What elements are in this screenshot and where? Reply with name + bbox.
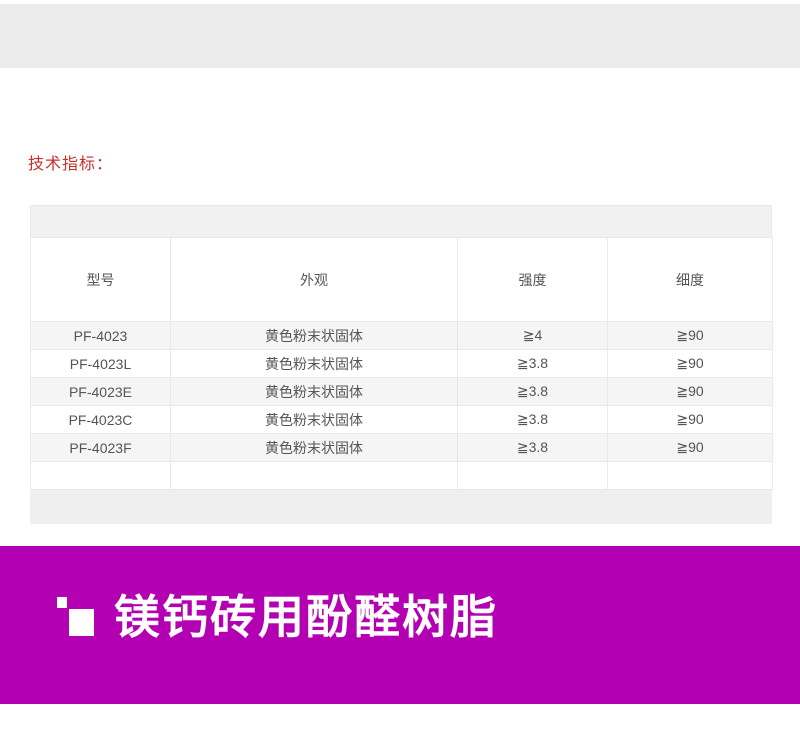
cell-fineness: ≧90	[608, 378, 773, 406]
table-header-row: 型号 外观 强度 细度	[31, 238, 773, 322]
cell-model: PF-4023L	[31, 350, 171, 378]
table-caption-strip	[30, 205, 772, 237]
cell-model: PF-4023F	[31, 434, 171, 462]
table-row: PF-4023F 黄色粉末状固体 ≧3.8 ≧90	[31, 434, 773, 462]
col-header-model: 型号	[31, 238, 171, 322]
col-header-strength: 强度	[458, 238, 608, 322]
table-empty-row	[31, 462, 773, 490]
cell-fineness: ≧90	[608, 350, 773, 378]
top-spacer-band	[0, 4, 800, 68]
table-footer-strip	[30, 490, 772, 524]
cell-appearance: 黄色粉末状固体	[171, 406, 458, 434]
table-row: PF-4023C 黄色粉末状固体 ≧3.8 ≧90	[31, 406, 773, 434]
product-banner: 镁钙砖用酚醛树脂	[0, 546, 800, 704]
cell-strength: ≧3.8	[458, 406, 608, 434]
cell-model: PF-4023E	[31, 378, 171, 406]
squares-bullet-icon	[69, 609, 94, 636]
cell-fineness: ≧90	[608, 322, 773, 350]
cell-model: PF-4023	[31, 322, 171, 350]
cell-empty	[458, 462, 608, 490]
cell-appearance: 黄色粉末状固体	[171, 322, 458, 350]
squares-bullet-icon	[57, 597, 67, 608]
cell-model: PF-4023C	[31, 406, 171, 434]
cell-strength: ≧3.8	[458, 434, 608, 462]
table-row: PF-4023L 黄色粉末状固体 ≧3.8 ≧90	[31, 350, 773, 378]
col-header-appearance: 外观	[171, 238, 458, 322]
col-header-fineness: 细度	[608, 238, 773, 322]
cell-appearance: 黄色粉末状固体	[171, 350, 458, 378]
cell-appearance: 黄色粉末状固体	[171, 378, 458, 406]
section-label: 技术指标：	[28, 155, 113, 175]
spec-table: 型号 外观 强度 细度 PF-4023 黄色粉末状固体 ≧4 ≧90 PF-40…	[30, 237, 773, 490]
cell-empty	[31, 462, 171, 490]
cell-fineness: ≧90	[608, 434, 773, 462]
cell-strength: ≧3.8	[458, 350, 608, 378]
table-row: PF-4023E 黄色粉末状固体 ≧3.8 ≧90	[31, 378, 773, 406]
cell-empty	[171, 462, 458, 490]
cell-strength: ≧3.8	[458, 378, 608, 406]
cell-appearance: 黄色粉末状固体	[171, 434, 458, 462]
banner-title: 镁钙砖用酚醛树脂	[114, 591, 498, 643]
spec-table-section: 型号 外观 强度 细度 PF-4023 黄色粉末状固体 ≧4 ≧90 PF-40…	[30, 205, 772, 524]
cell-fineness: ≧90	[608, 406, 773, 434]
cell-empty	[608, 462, 773, 490]
cell-strength: ≧4	[458, 322, 608, 350]
table-row: PF-4023 黄色粉末状固体 ≧4 ≧90	[31, 322, 773, 350]
